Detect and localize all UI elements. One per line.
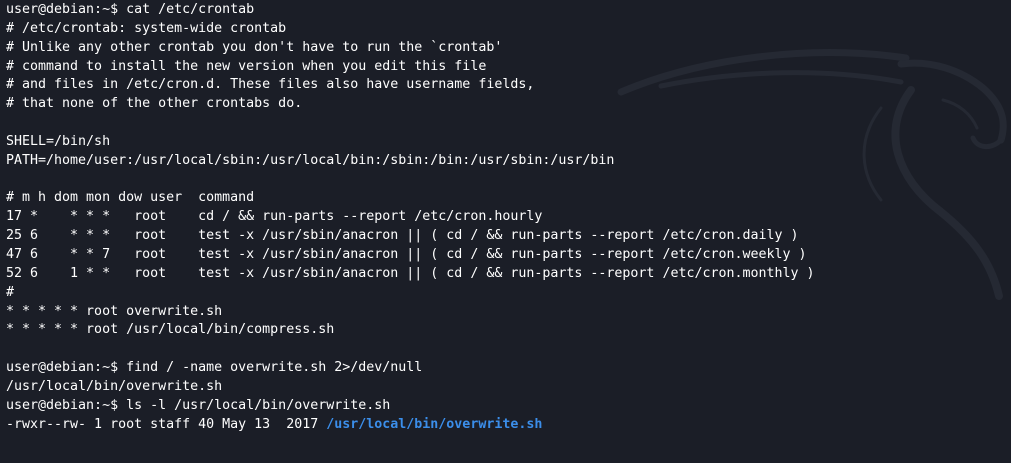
terminal-line: user@debian:~$ find / -name overwrite.sh… — [6, 359, 1011, 378]
terminal-line: 25 6 * * * root test -x /usr/sbin/anacro… — [6, 227, 1011, 246]
terminal-line: -rwxr--rw- 1 root staff 40 May 13 2017 /… — [6, 416, 1011, 435]
terminal-line: # Unlike any other crontab you don't hav… — [6, 39, 1011, 58]
terminal-line: # and files in /etc/cron.d. These files … — [6, 76, 1011, 95]
terminal-text: # command to install the new version whe… — [6, 58, 487, 74]
terminal-line: * * * * * root overwrite.sh — [6, 303, 1011, 322]
terminal-line: # command to install the new version whe… — [6, 58, 1011, 77]
terminal-text: * * * * * root overwrite.sh — [6, 303, 223, 319]
terminal-text: # Unlike any other crontab you don't hav… — [6, 39, 503, 55]
terminal-text: /usr/local/bin/overwrite.sh — [6, 378, 223, 394]
terminal-line: user@debian:~$ ls -l /usr/local/bin/over… — [6, 397, 1011, 416]
terminal-output: user@debian:~$ cat /etc/crontab # /etc/cr… — [6, 1, 1011, 434]
terminal-line: # — [6, 284, 1011, 303]
terminal-text: * * * * * root /usr/local/bin/compress.s… — [6, 322, 335, 338]
terminal-text: user@debian:~$ cat /etc/crontab — [6, 2, 255, 17]
terminal-line: 17 * * * * root cd / && run-parts --repo… — [6, 208, 1011, 227]
terminal-line: # m h dom mon dow user command — [6, 189, 1011, 208]
terminal-line: # /etc/crontab: system-wide crontab — [6, 20, 1011, 39]
terminal-text: # — [6, 284, 15, 300]
terminal-line: 47 6 * * 7 root test -x /usr/sbin/anacro… — [6, 246, 1011, 265]
executable-path: /usr/local/bin/overwrite.sh — [326, 416, 543, 432]
terminal-text: SHELL=/bin/sh — [6, 133, 111, 149]
terminal-line: * * * * * root /usr/local/bin/compress.s… — [6, 321, 1011, 340]
terminal-line: user@debian:~$ cat /etc/crontab — [6, 1, 1011, 20]
terminal-line: 52 6 1 * * root test -x /usr/sbin/anacro… — [6, 265, 1011, 284]
terminal-text: # /etc/crontab: system-wide crontab — [6, 20, 287, 36]
terminal-text: 47 6 * * 7 root test -x /usr/sbin/anacro… — [6, 246, 807, 262]
terminal-text: -rwxr--rw- 1 root staff 40 May 13 2017 — [6, 416, 327, 432]
terminal-text: 25 6 * * * root test -x /usr/sbin/anacro… — [6, 228, 799, 244]
terminal-text: user@debian:~$ find / -name overwrite.sh… — [6, 360, 423, 376]
terminal-line: SHELL=/bin/sh — [6, 133, 1011, 152]
terminal-line: PATH=/home/user:/usr/local/sbin:/usr/loc… — [6, 152, 1011, 171]
terminal-line: /usr/local/bin/overwrite.sh — [6, 378, 1011, 397]
terminal-text: # that none of the other crontabs do. — [6, 96, 303, 112]
terminal-window[interactable]: user@debian:~$ cat /etc/crontab # /etc/cr… — [0, 0, 1011, 463]
terminal-text: # m h dom mon dow user command — [6, 190, 255, 206]
terminal-text: PATH=/home/user:/usr/local/sbin:/usr/loc… — [6, 152, 615, 168]
terminal-text: 17 * * * * root cd / && run-parts --repo… — [6, 209, 543, 225]
terminal-text: user@debian:~$ ls -l /usr/local/bin/over… — [6, 397, 391, 413]
terminal-text: # and files in /etc/cron.d. These files … — [6, 77, 535, 93]
terminal-text: 52 6 1 * * root test -x /usr/sbin/anacro… — [6, 265, 815, 281]
terminal-line: # that none of the other crontabs do. — [6, 95, 1011, 114]
